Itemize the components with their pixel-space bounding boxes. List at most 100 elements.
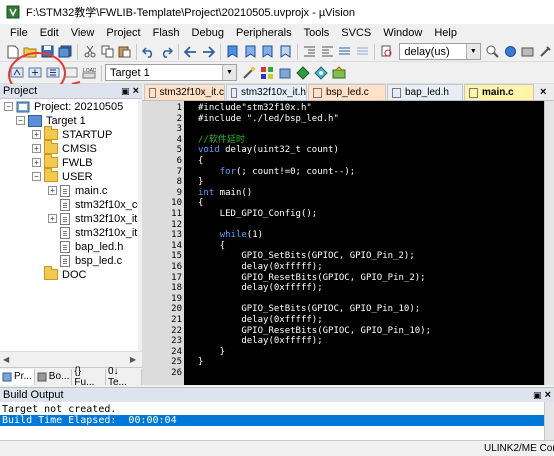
pin-icon[interactable]: ▣ bbox=[533, 390, 542, 401]
comment-icon[interactable] bbox=[337, 44, 352, 60]
tree-item-file-it-c[interactable]: + stm32f10x_it.c bbox=[48, 211, 138, 226]
tree-item-file-conf[interactable]: stm32f10x_conf. bbox=[60, 197, 138, 212]
menu-edit[interactable]: Edit bbox=[34, 24, 65, 42]
uncomment-icon[interactable] bbox=[354, 44, 369, 60]
menu-help[interactable]: Help bbox=[428, 24, 463, 42]
tree-item-project-root[interactable]: − Project: 20210505 bbox=[4, 99, 123, 114]
tree-item-folder-doc[interactable]: DOC bbox=[44, 266, 86, 282]
scroll-right-icon[interactable]: ▶ bbox=[130, 355, 136, 364]
build-output-panel[interactable]: Target not created. Build Time Elapsed: … bbox=[0, 402, 554, 440]
tree-item-file-main-c[interactable]: + main.c bbox=[48, 183, 107, 198]
code-line[interactable]: 21 delay(0xfffff); bbox=[142, 315, 542, 325]
build-output-scrollbar[interactable] bbox=[544, 402, 554, 440]
redo-icon[interactable] bbox=[159, 44, 174, 60]
code-line[interactable]: 13 while(1) bbox=[142, 230, 542, 240]
indent-icon[interactable] bbox=[302, 44, 317, 60]
code-line[interactable]: 11 LED_GPIO_Config(); bbox=[142, 209, 542, 219]
tree-item-file-bap-led-h[interactable]: bap_led.h bbox=[60, 239, 123, 254]
undo-icon[interactable] bbox=[141, 44, 156, 60]
code-line[interactable]: 15 GPIO_SetBits(GPIOC, GPIO_Pin_2); bbox=[142, 251, 542, 261]
code-line[interactable]: 26 bbox=[142, 368, 542, 378]
chevron-down-icon[interactable]: ▼ bbox=[465, 44, 480, 59]
tree-item-folder-user[interactable]: − USER bbox=[32, 168, 93, 184]
tree-item-folder-fwlb[interactable]: + FWLB bbox=[32, 154, 93, 170]
software-packs-icon[interactable] bbox=[331, 65, 347, 81]
load-download-icon[interactable]: LOAD bbox=[81, 65, 97, 81]
select-packs-icon[interactable] bbox=[277, 65, 293, 81]
code-line[interactable]: 1 #include"stm32f10x.h" bbox=[142, 103, 542, 113]
collapse-icon[interactable]: − bbox=[4, 102, 13, 111]
code-line[interactable]: 5 void delay(uint32_t count) bbox=[142, 145, 542, 155]
navigate-forward-icon[interactable] bbox=[201, 44, 216, 60]
tab-stm32f10x-it-h[interactable]: stm32f10x_it.h bbox=[226, 84, 307, 100]
bookmark-clear-icon[interactable] bbox=[278, 44, 293, 60]
expand-icon[interactable]: + bbox=[32, 130, 41, 139]
manage-project-items-icon[interactable] bbox=[259, 65, 275, 81]
find-icon[interactable] bbox=[485, 44, 500, 60]
code-line[interactable]: 3 bbox=[142, 124, 542, 134]
code-line[interactable]: 23 delay(0xfffff); bbox=[142, 336, 542, 346]
code-line[interactable]: 18 delay(0xfffff); bbox=[142, 283, 542, 293]
target-options-wand-icon[interactable] bbox=[241, 65, 257, 81]
find-in-files-icon[interactable] bbox=[379, 44, 394, 60]
tab-bap-led-h[interactable]: bap_led.h bbox=[387, 84, 463, 100]
code-line[interactable]: 20 GPIO_SetBits(GPIOC, GPIO_Pin_10); bbox=[142, 304, 542, 314]
target-options-icon[interactable] bbox=[520, 44, 535, 60]
code-line[interactable]: 4 //软件延时 bbox=[142, 135, 542, 145]
function-combo[interactable]: delay(us) ▼ bbox=[399, 43, 481, 60]
pin-icon[interactable]: ▣ bbox=[121, 86, 130, 97]
bookmark-toggle-icon[interactable] bbox=[225, 44, 240, 60]
tab-project[interactable]: Pr... bbox=[0, 368, 35, 385]
editor-vscrollbar[interactable] bbox=[544, 101, 554, 385]
code-line[interactable]: 12 bbox=[142, 220, 542, 230]
collapse-icon[interactable]: − bbox=[16, 116, 25, 125]
bookmark-prev-icon[interactable] bbox=[243, 44, 258, 60]
code-line[interactable]: 14 { bbox=[142, 241, 542, 251]
close-icon[interactable]: × bbox=[545, 389, 551, 401]
menu-view[interactable]: View bbox=[65, 24, 101, 42]
tab-templates[interactable]: 0↓ Te... bbox=[106, 366, 142, 388]
code-line[interactable]: 24 } bbox=[142, 347, 542, 357]
tree-item-file-it-h[interactable]: stm32f10x_it.h bbox=[60, 225, 138, 240]
debug-session-icon[interactable] bbox=[502, 44, 517, 60]
menu-svcs[interactable]: SVCS bbox=[335, 24, 377, 42]
copy-icon[interactable] bbox=[99, 44, 114, 60]
configure-icon[interactable] bbox=[537, 44, 552, 60]
code-line[interactable]: 19 bbox=[142, 294, 542, 304]
code-line[interactable]: 17 GPIO_ResetBits(GPIOC, GPIO_Pin_2); bbox=[142, 273, 542, 283]
code-line[interactable]: 10 { bbox=[142, 198, 542, 208]
expand-icon[interactable]: + bbox=[48, 186, 57, 195]
code-line[interactable]: 16 delay(0xfffff); bbox=[142, 262, 542, 272]
navigate-back-icon[interactable] bbox=[183, 44, 198, 60]
menu-project[interactable]: Project bbox=[100, 24, 146, 42]
chevron-down-icon[interactable]: ▼ bbox=[222, 65, 236, 80]
unindent-icon[interactable] bbox=[319, 44, 334, 60]
collapse-icon[interactable]: − bbox=[32, 172, 41, 181]
tab-stm32f10x-it-c[interactable]: stm32f10x_it.c bbox=[144, 84, 225, 100]
tab-books[interactable]: Bo... bbox=[35, 368, 73, 385]
expand-icon[interactable]: + bbox=[48, 214, 57, 223]
menu-flash[interactable]: Flash bbox=[147, 24, 186, 42]
manage-rte-icon[interactable] bbox=[313, 65, 329, 81]
code-line[interactable]: 25} bbox=[142, 357, 542, 367]
menu-window[interactable]: Window bbox=[377, 24, 428, 42]
paste-icon[interactable] bbox=[117, 44, 132, 60]
menu-file[interactable]: File bbox=[4, 24, 34, 42]
code-line[interactable]: 2 #include "./led/bsp_led.h" bbox=[142, 114, 542, 124]
tab-functions[interactable]: {} Fu... bbox=[72, 366, 106, 388]
tree-item-folder-cmsis[interactable]: + CMSIS bbox=[32, 140, 97, 156]
tree-item-file-bsp-led-c[interactable]: bsp_led.c bbox=[60, 253, 122, 268]
code-line[interactable]: 8} bbox=[142, 177, 542, 187]
close-icon[interactable]: × bbox=[133, 85, 139, 97]
code-line[interactable]: 7 for(; count!=0; count--); bbox=[142, 167, 542, 177]
save-all-icon[interactable] bbox=[57, 44, 72, 60]
menu-debug[interactable]: Debug bbox=[186, 24, 230, 42]
expand-icon[interactable]: + bbox=[32, 144, 41, 153]
scroll-left-icon[interactable]: ◀ bbox=[3, 355, 9, 364]
code-line[interactable]: 22 GPIO_ResetBits(GPIOC, GPIO_Pin_10); bbox=[142, 326, 542, 336]
target-select[interactable]: Target 1 ▼ bbox=[105, 64, 237, 81]
menu-tools[interactable]: Tools bbox=[298, 24, 336, 42]
pack-installer-icon[interactable] bbox=[295, 65, 311, 81]
expand-icon[interactable]: + bbox=[32, 158, 41, 167]
code-line[interactable]: 9 int main() bbox=[142, 188, 542, 198]
